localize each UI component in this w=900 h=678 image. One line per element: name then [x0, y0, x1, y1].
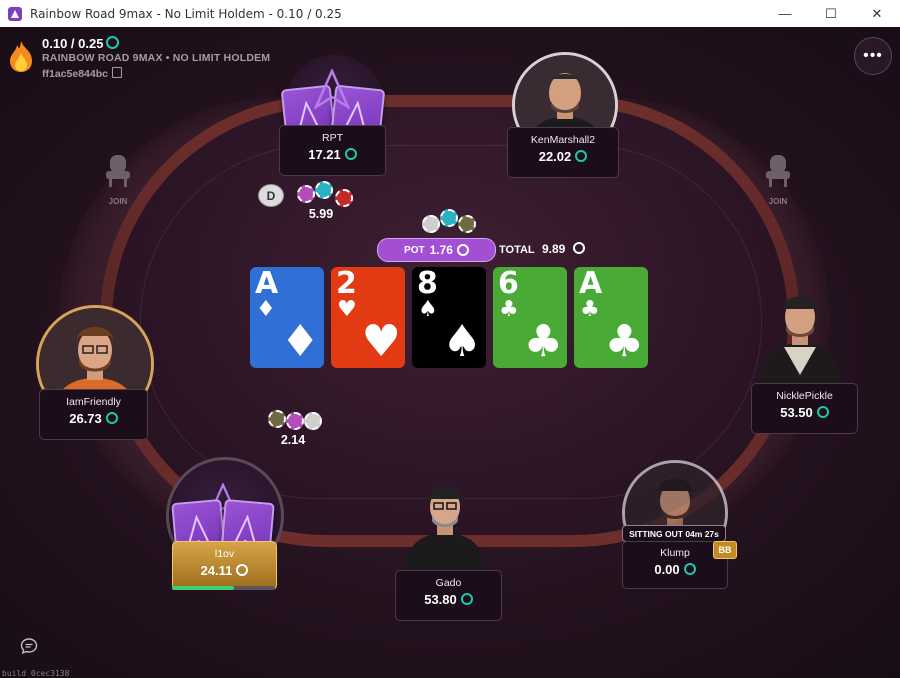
window-titlebar: Rainbow Road 9max - No Limit Holdem - 0.…: [0, 0, 900, 28]
window-title: Rainbow Road 9max - No Limit Holdem - 0.…: [30, 6, 342, 21]
player-stack: 53.80: [396, 592, 501, 607]
player-name: IamFriendly: [66, 396, 121, 408]
player-stack: 17.21: [280, 147, 385, 162]
pot-chips: [420, 209, 480, 233]
player-stack: 26.73: [40, 411, 147, 426]
close-button[interactable]: ✕: [854, 0, 900, 27]
table-name: RAINBOW ROAD 9MAX • NO LIMIT HOLDEM: [42, 52, 271, 64]
total-display: TOTAL 9.89: [499, 242, 585, 256]
chip-currency-icon: [572, 242, 585, 254]
table-id: ff1ac5e844bc: [42, 67, 122, 80]
chip-currency-icon: [460, 593, 473, 605]
join-label: JOIN: [768, 197, 788, 206]
table-stakes: 0.10 / 0.25: [42, 36, 120, 51]
flame-icon: [10, 41, 32, 72]
dealer-button: D: [258, 184, 284, 207]
action-timer-fill: [172, 586, 234, 590]
player-stack: 0.00: [623, 562, 727, 577]
minimize-button[interactable]: —: [762, 0, 808, 27]
community-card-4: 6 ♣ ♣: [493, 267, 567, 368]
pot-amount: 1.76: [429, 243, 453, 257]
chip-currency-icon: [575, 150, 588, 162]
pot-display: POT 1.76: [377, 238, 496, 262]
join-label: JOIN: [108, 197, 128, 206]
total-amount: 9.89: [542, 242, 566, 256]
community-card-1: A ♦ ♦: [250, 267, 324, 368]
player-plate-iamfriendly[interactable]: IamFriendly 26.73: [39, 389, 148, 440]
chip-currency-icon: [344, 148, 357, 160]
player-plate-gado[interactable]: Gado 53.80: [395, 570, 502, 621]
maximize-button[interactable]: ☐: [808, 0, 854, 27]
bet-chips-rpt: [297, 179, 353, 209]
player-name: l1ov: [214, 548, 235, 560]
action-timer-bar: [172, 586, 275, 590]
bet-chips-iamfriendly: [268, 406, 324, 434]
player-plate-rpt[interactable]: RPT 17.21: [279, 125, 386, 176]
player-name: Gado: [435, 577, 462, 589]
bet-amount: 2.14: [280, 433, 306, 447]
chip-currency-icon: [816, 406, 829, 418]
empty-seat-right[interactable]: JOIN: [758, 153, 798, 206]
more-menu-button[interactable]: •••: [854, 37, 892, 75]
community-card-5: A ♣ ♣: [574, 267, 648, 368]
rainbow-logo-icon: [314, 69, 350, 109]
bet-amount: 5.99: [308, 207, 334, 221]
poker-table-area: 0.10 / 0.25 RAINBOW ROAD 9MAX • NO LIMIT…: [0, 27, 900, 678]
player-name: KenMarshall2: [530, 134, 596, 146]
app-icon: [8, 6, 22, 21]
total-label: TOTAL: [499, 244, 535, 256]
player-name: Klump: [660, 547, 690, 559]
sitting-out-badge: SITTING OUT 04m 27s: [622, 525, 726, 542]
chair-icon: [766, 155, 790, 187]
player-name: NicklePickle: [776, 390, 833, 402]
chip-currency-icon: [106, 36, 120, 49]
empty-seat-left[interactable]: JOIN: [98, 153, 138, 206]
player-plate-hero[interactable]: l1ov 24.11: [172, 541, 277, 590]
player-plate-kenmarshall2[interactable]: KenMarshall2 22.02: [507, 127, 619, 178]
big-blind-badge: BB: [713, 541, 737, 559]
chair-icon: [106, 155, 130, 187]
build-version: build 0cec3138: [2, 669, 70, 678]
player-name: RPT: [322, 132, 343, 144]
chip-currency-icon: [105, 412, 118, 424]
community-card-2: 2 ♥ ♥: [331, 267, 405, 368]
chip-currency-icon: [456, 244, 469, 256]
avatar-gado: [404, 486, 486, 571]
chip-currency-icon: [236, 564, 249, 576]
avatar-nicklepickle: [758, 296, 842, 385]
pot-label: POT: [404, 244, 425, 256]
player-stack: 22.02: [508, 149, 618, 164]
copy-icon[interactable]: [111, 67, 122, 78]
player-stack: 24.11: [173, 563, 276, 578]
chip-currency-icon: [683, 563, 696, 575]
player-plate-nicklepickle[interactable]: NicklePickle 53.50: [751, 383, 858, 434]
chat-icon[interactable]: [20, 637, 38, 655]
player-stack: 53.50: [752, 405, 857, 420]
community-card-3: 8 ♠ ♠: [412, 267, 486, 368]
